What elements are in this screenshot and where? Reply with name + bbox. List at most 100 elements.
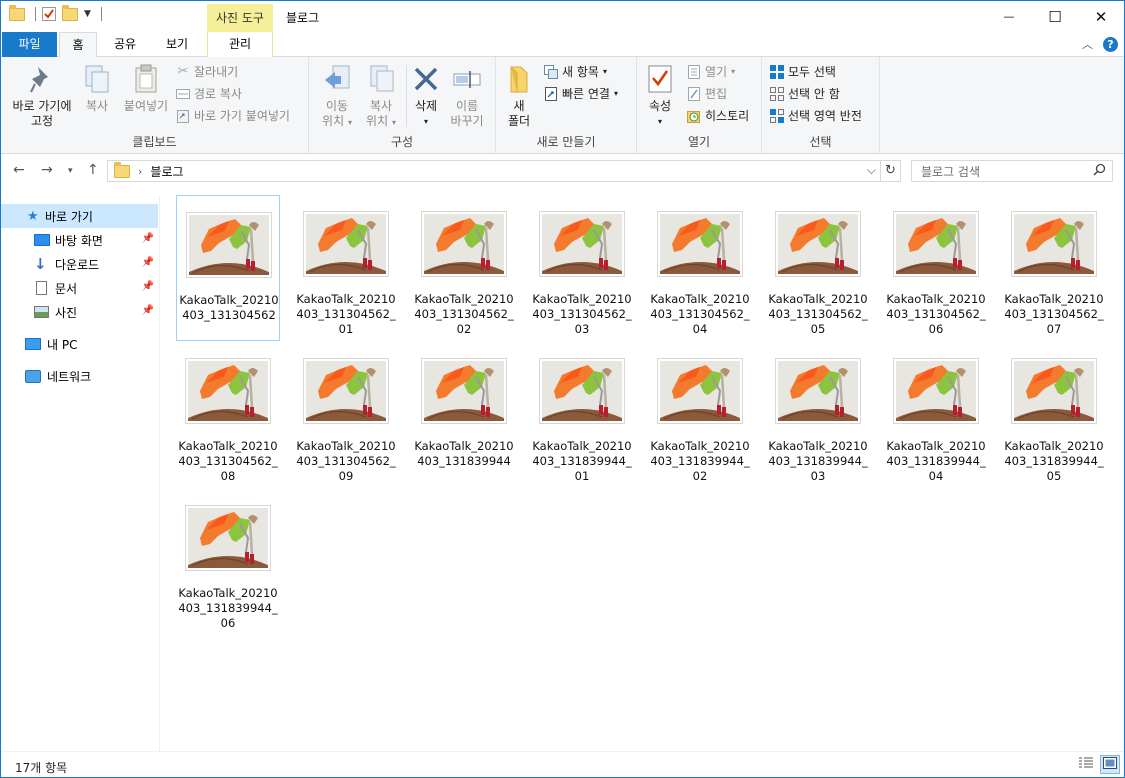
address-dropdown-icon[interactable]: ⌵ xyxy=(867,163,876,178)
file-item[interactable]: KakaoTalk_20210403_131839944_04 xyxy=(884,342,988,488)
delete-label: 삭제 xyxy=(414,99,438,113)
sidebar-item-desktop[interactable]: 바탕 화면 📌 xyxy=(1,228,158,252)
search-placeholder: 블로그 검색 xyxy=(921,164,981,179)
file-name: KakaoTalk_20210403_131304562_02 xyxy=(414,292,514,336)
pin-icon xyxy=(26,63,58,95)
sidebar-item-this-pc[interactable]: 내 PC xyxy=(1,332,158,356)
address-bar[interactable]: › 블로그 ⌵ xyxy=(107,160,881,182)
file-item[interactable]: KakaoTalk_20210403_131304562_02 xyxy=(412,195,516,341)
image-thumbnail xyxy=(186,212,272,278)
copy-path-button[interactable]: 경로 복사 xyxy=(176,85,242,102)
file-item[interactable]: KakaoTalk_20210403_131304562_04 xyxy=(648,195,752,341)
delete-button[interactable]: 삭제 ▾ xyxy=(409,63,443,129)
file-item[interactable]: KakaoTalk_20210403_131304562_03 xyxy=(530,195,634,341)
collapse-ribbon-icon[interactable]: ︿ xyxy=(1082,36,1093,52)
select-none-button[interactable]: 선택 안 함 xyxy=(770,85,840,102)
rename-button[interactable]: 이름 바꾸기 xyxy=(447,63,487,129)
search-input[interactable]: 블로그 검색 xyxy=(911,160,1113,182)
easy-access-button[interactable]: 빠른 연결 ▾ xyxy=(544,85,618,102)
file-item[interactable]: KakaoTalk_20210403_131304562_08 xyxy=(176,342,280,488)
easy-access-icon xyxy=(544,86,558,101)
customize-qat-icon[interactable]: ▼ xyxy=(84,9,91,19)
pin-icon[interactable]: 📌 xyxy=(142,233,154,244)
divider xyxy=(406,65,407,127)
copy-button[interactable]: 복사 xyxy=(77,63,117,114)
details-view-button[interactable] xyxy=(1076,755,1096,774)
image-thumbnail xyxy=(185,505,271,571)
file-item[interactable]: KakaoTalk_20210403_131304562_05 xyxy=(766,195,870,341)
copy-path-label: 경로 복사 xyxy=(194,87,242,101)
pin-to-quick-access-button[interactable]: 바로 가기에 고정 xyxy=(7,63,77,129)
file-item[interactable]: KakaoTalk_20210403_131304562_09 xyxy=(294,342,398,488)
new-folder-icon[interactable] xyxy=(62,4,78,21)
file-item[interactable]: KakaoTalk_20210403_131304562_07 xyxy=(1002,195,1106,341)
file-name: KakaoTalk_20210403_131304562_03 xyxy=(532,292,632,336)
invert-selection-icon xyxy=(770,108,784,123)
copy-to-button[interactable]: 복사 위치 ▾ xyxy=(359,63,403,130)
copy-to-label-2: 위치 xyxy=(366,114,389,128)
edit-button[interactable]: 편집 xyxy=(687,85,727,102)
cut-button[interactable]: ✂ 잘라내기 xyxy=(176,63,239,80)
search-icon xyxy=(1093,163,1106,179)
forward-arrow-icon[interactable]: → xyxy=(41,162,53,178)
image-thumbnail xyxy=(893,358,979,424)
file-item[interactable]: KakaoTalk_20210403_131304562_06 xyxy=(884,195,988,341)
pin-icon[interactable]: 📌 xyxy=(142,305,154,316)
file-item[interactable]: KakaoTalk_20210403_131839944 xyxy=(412,342,516,488)
maximize-button[interactable]: ☐ xyxy=(1032,1,1078,32)
file-item[interactable]: KakaoTalk_20210403_131304562 xyxy=(176,195,280,341)
sidebar-item-downloads[interactable]: ↓ 다운로드 📌 xyxy=(1,252,158,276)
sidebar-item-quick-access[interactable]: ★ 바로 가기 xyxy=(1,204,158,228)
tab-view[interactable]: 보기 xyxy=(156,32,198,57)
paste-button[interactable]: 붙여넣기 xyxy=(119,63,173,114)
history-button[interactable]: 히스토리 xyxy=(687,107,749,124)
move-to-button[interactable]: 이동 위치 ▾ xyxy=(315,63,359,130)
new-folder-button[interactable]: 새 폴더 xyxy=(502,63,536,129)
file-item[interactable]: KakaoTalk_20210403_131304562_01 xyxy=(294,195,398,341)
pin-icon[interactable]: 📌 xyxy=(142,281,154,292)
sidebar-item-label: 다운로드 xyxy=(55,257,100,272)
sidebar-item-network[interactable]: 네트워크 xyxy=(1,364,158,388)
tab-home[interactable]: 홈 xyxy=(59,32,97,58)
file-item[interactable]: KakaoTalk_20210403_131839944_02 xyxy=(648,342,752,488)
document-icon xyxy=(36,281,47,295)
help-icon[interactable]: ? xyxy=(1103,36,1118,52)
new-item-button[interactable]: 새 항목 ▾ xyxy=(544,63,607,80)
refresh-button[interactable]: ↻ xyxy=(881,160,901,182)
sidebar-item-pictures[interactable]: 사진 📌 xyxy=(1,300,158,324)
recent-locations-icon[interactable]: ▾ xyxy=(68,166,73,176)
invert-selection-button[interactable]: 선택 영역 반전 xyxy=(770,107,862,124)
up-arrow-icon[interactable]: ↑ xyxy=(87,162,99,178)
close-button[interactable]: ✕ xyxy=(1078,1,1124,32)
open-button[interactable]: 열기 ▾ xyxy=(687,63,735,80)
pin-icon[interactable]: 📌 xyxy=(142,257,154,268)
breadcrumb-item[interactable]: 블로그 xyxy=(150,163,183,180)
select-group: 모두 선택 선택 안 함 선택 영역 반전 선택 xyxy=(762,57,880,154)
file-name: KakaoTalk_20210403_131304562 xyxy=(179,293,279,322)
large-icons-view-button[interactable] xyxy=(1100,755,1120,774)
select-all-button[interactable]: 모두 선택 xyxy=(770,63,836,80)
tab-share[interactable]: 공유 xyxy=(105,32,145,57)
minimize-button[interactable]: — xyxy=(986,1,1032,32)
sidebar-item-documents[interactable]: 문서 📌 xyxy=(1,276,158,300)
file-item[interactable]: KakaoTalk_20210403_131839944_01 xyxy=(530,342,634,488)
tab-manage[interactable]: 관리 xyxy=(207,32,273,57)
file-item[interactable]: KakaoTalk_20210403_131839944_03 xyxy=(766,342,870,488)
paste-shortcut-button[interactable]: 바로 가기 붙여넣기 xyxy=(176,107,290,124)
copy-icon xyxy=(81,63,113,95)
explorer-window: ▼ 사진 도구 블로그 — ☐ ✕ 파일 홈 공유 보기 관리 ︿ ? 바로 가… xyxy=(0,0,1125,778)
file-name: KakaoTalk_20210403_131839944_05 xyxy=(1004,439,1104,483)
select-all-label: 모두 선택 xyxy=(788,65,836,79)
back-arrow-icon[interactable]: ← xyxy=(13,162,25,178)
file-item[interactable]: KakaoTalk_20210403_131839944_06 xyxy=(176,489,280,635)
ribbon-tabs: 파일 홈 공유 보기 관리 ︿ ? xyxy=(1,32,1124,58)
file-name: KakaoTalk_20210403_131839944_01 xyxy=(532,439,632,483)
clipboard-group-label: 클립보드 xyxy=(132,135,177,149)
breadcrumb-separator-icon: › xyxy=(138,164,143,178)
properties-button[interactable]: 속성 ▾ xyxy=(643,63,677,129)
properties-icon[interactable] xyxy=(42,7,56,21)
tab-file[interactable]: 파일 xyxy=(2,32,57,57)
image-thumbnail xyxy=(539,358,625,424)
file-item[interactable]: KakaoTalk_20210403_131839944_05 xyxy=(1002,342,1106,488)
pictures-icon xyxy=(34,306,49,318)
